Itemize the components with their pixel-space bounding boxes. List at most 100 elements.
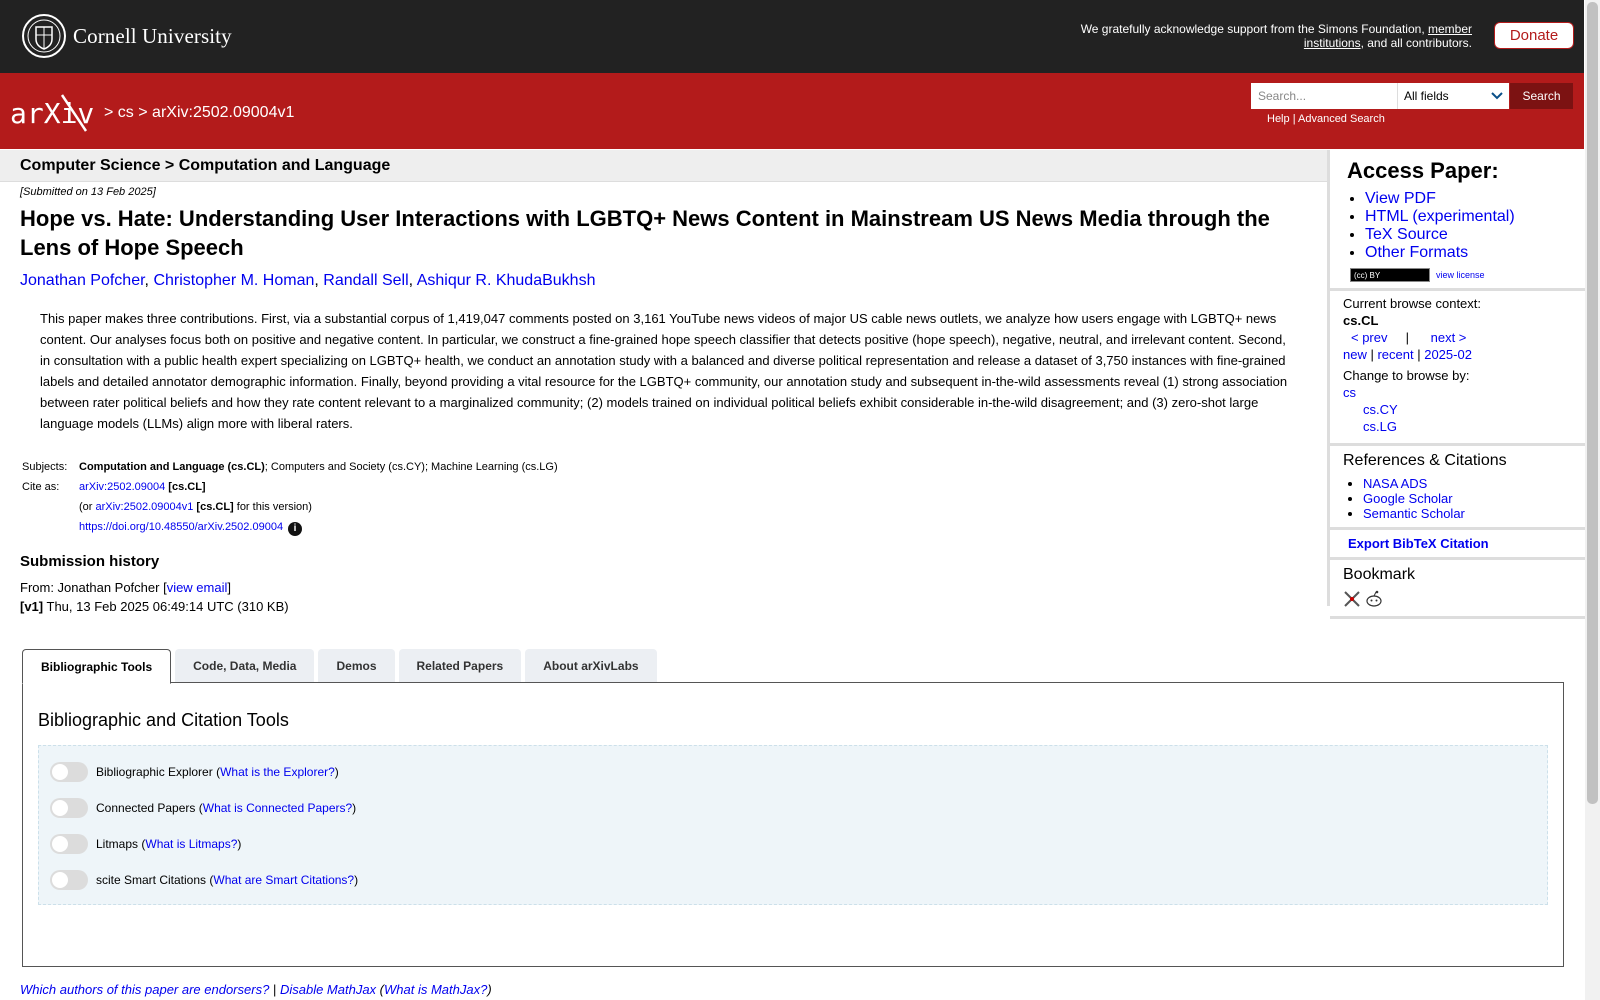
breadcrumb-cs[interactable]: cs (118, 104, 134, 121)
sidebar: Access Paper: View PDF HTML (experimenta… (1327, 150, 1585, 619)
html-link[interactable]: HTML (experimental) (1365, 208, 1515, 225)
advanced-search-link[interactable]: Advanced Search (1298, 113, 1385, 125)
references-citations: References & Citations NASA ADS Google S… (1330, 446, 1585, 530)
cite-version-category: [cs.CL] (196, 501, 234, 513)
author-link[interactable]: Ashiqur R. KhudaBukhsh (417, 272, 596, 289)
panel-title: Bibliographic and Citation Tools (38, 710, 289, 730)
tool-row: scite Smart Citations (What are Smart Ci… (50, 869, 1547, 891)
cite-category: [cs.CL] (168, 481, 206, 493)
ack-text: We gratefully acknowledge support from t… (1080, 22, 1428, 36)
new-link[interactable]: new (1343, 347, 1367, 362)
search-field-value: All fields (1404, 89, 1449, 103)
submission-history-title: Submission history (20, 553, 160, 570)
cite-label: Cite as: (22, 481, 60, 493)
ack-suffix: , and all contributors. (1360, 36, 1472, 50)
cite-value: arXiv:2502.09004 [cs.CL] (79, 480, 206, 495)
tab-panel: Bibliographic and Citation Tools Bibliog… (22, 682, 1564, 967)
authors: Jonathan Pofcher, Christopher M. Homan, … (20, 272, 596, 289)
browse-cs-link[interactable]: cs (1343, 385, 1356, 400)
primary-subject: Computation and Language (cs.CL) (79, 461, 265, 473)
bookmark-section: Bookmark (1330, 560, 1585, 619)
labs-tabs: Bibliographic Tools Code, Data, Media De… (22, 649, 657, 684)
cc-by-license-icon[interactable]: (cc) BY (1350, 268, 1430, 282)
tab-code-data-media[interactable]: Code, Data, Media (175, 649, 315, 683)
next-link[interactable]: next > (1431, 330, 1467, 345)
paper-title: Hope vs. Hate: Understanding User Intera… (20, 206, 1270, 260)
arxiv-header: arXiv > cs > arXiv:2502.09004v1 All fiel… (0, 73, 1584, 149)
footer-sep: | (272, 982, 277, 997)
donate-button[interactable]: Donate (1494, 22, 1574, 49)
author-link[interactable]: Randall Sell (323, 272, 408, 289)
page-scrollbar[interactable] (1585, 0, 1600, 1000)
access-paper: Access Paper: View PDF HTML (experimenta… (1330, 150, 1585, 291)
tool-help-link[interactable]: What is Litmaps? (145, 837, 237, 851)
tool-name: Connected Papers (96, 801, 196, 815)
arxiv-id-link[interactable]: arXiv:2502.09004 (79, 481, 165, 493)
subject-header: Computer Science > Computation and Langu… (0, 150, 1328, 182)
doi-link[interactable]: https://doi.org/10.48550/arXiv.2502.0900… (79, 521, 283, 533)
bookmark-title: Bookmark (1343, 566, 1416, 583)
version-info: Thu, 13 Feb 2025 06:49:14 UTC (310 KB) (43, 599, 289, 614)
abstract: This paper makes three contributions. Fi… (40, 311, 1288, 431)
author-link[interactable]: Jonathan Pofcher (20, 272, 145, 289)
tool-row: Bibliographic Explorer (What is the Expl… (50, 761, 1547, 783)
tex-source-link[interactable]: TeX Source (1365, 226, 1448, 243)
bibsonomy-icon[interactable] (1343, 590, 1361, 608)
scrollbar-thumb[interactable] (1587, 2, 1598, 804)
view-pdf-link[interactable]: View PDF (1365, 190, 1436, 207)
search-field-select[interactable]: All fields (1397, 83, 1509, 109)
month-link[interactable]: 2025-02 (1424, 347, 1472, 362)
footer-links: Which authors of this paper are endorser… (20, 982, 492, 997)
arxiv-version-link[interactable]: arXiv:2502.09004v1 (96, 501, 194, 513)
view-email-link[interactable]: view email (167, 580, 228, 595)
cornell-logo[interactable]: Cornell University (21, 13, 232, 59)
help-link[interactable]: Help (1267, 113, 1290, 125)
tool-name: scite Smart Citations (96, 873, 207, 887)
nasa-ads-link[interactable]: NASA ADS (1363, 476, 1427, 491)
info-icon[interactable]: i (288, 522, 303, 536)
paper-main: [Submitted on 13 Feb 2025] Hope vs. Hate… (20, 186, 1320, 616)
prev-next-sep: | (1405, 330, 1409, 345)
prev-link[interactable]: < prev (1351, 330, 1388, 345)
search-button[interactable]: Search (1510, 83, 1573, 109)
tool-name: Litmaps (96, 837, 139, 851)
chevron-down-icon (1491, 92, 1503, 100)
semantic-scholar-link[interactable]: Semantic Scholar (1363, 506, 1465, 521)
google-scholar-link[interactable]: Google Scholar (1363, 491, 1453, 506)
tool-help-link[interactable]: What is the Explorer? (220, 765, 335, 779)
other-formats-link[interactable]: Other Formats (1365, 244, 1468, 261)
reddit-icon[interactable] (1365, 590, 1383, 608)
tab-related-papers[interactable]: Related Papers (398, 649, 522, 683)
browse-lg-link[interactable]: cs.LG (1363, 419, 1397, 434)
browse-cy-link[interactable]: cs.CY (1363, 402, 1398, 417)
author-link[interactable]: Christopher M. Homan (153, 272, 314, 289)
bibliographic-explorer-toggle[interactable] (50, 762, 88, 782)
change-browse-label: Change to browse by: (1343, 368, 1470, 383)
tool-name: Bibliographic Explorer (96, 765, 213, 779)
submission-history: From: Jonathan Pofcher [view email] [v1]… (20, 578, 1320, 616)
endorsers-link[interactable]: Which authors of this paper are endorser… (20, 982, 269, 997)
cornell-seal-icon (22, 14, 66, 58)
cornell-topbar: Cornell University We gratefully acknowl… (0, 0, 1584, 73)
litmaps-toggle[interactable] (50, 834, 88, 854)
breadcrumb-sep: > (104, 104, 114, 121)
tool-help-link[interactable]: What is Connected Papers? (203, 801, 352, 815)
browse-ctx: cs.CL (1343, 313, 1379, 328)
tab-about-arxivlabs[interactable]: About arXivLabs (525, 649, 657, 683)
arxiv-logo[interactable]: arXiv (10, 93, 102, 133)
breadcrumb-paper-id: arXiv:2502.09004v1 (152, 104, 295, 121)
metadata-table: Subjects: Computation and Language (cs.C… (22, 460, 1320, 536)
tab-demos[interactable]: Demos (318, 649, 395, 683)
help-sep: | (1292, 113, 1296, 125)
view-license-link[interactable]: view license (1436, 270, 1485, 280)
search-input[interactable] (1251, 83, 1397, 109)
what-is-mathjax-link[interactable]: What is MathJax? (384, 982, 487, 997)
connected-papers-toggle[interactable] (50, 798, 88, 818)
disable-mathjax-link[interactable]: Disable MathJax (280, 982, 376, 997)
tool-help-link[interactable]: What are Smart Citations? (213, 873, 354, 887)
export-bibtex-link[interactable]: Export BibTeX Citation (1348, 536, 1489, 551)
scite-toggle[interactable] (50, 870, 88, 890)
refs-title: References & Citations (1343, 452, 1507, 469)
tab-bibliographic-tools[interactable]: Bibliographic Tools (22, 649, 172, 684)
recent-link[interactable]: recent (1377, 347, 1413, 362)
